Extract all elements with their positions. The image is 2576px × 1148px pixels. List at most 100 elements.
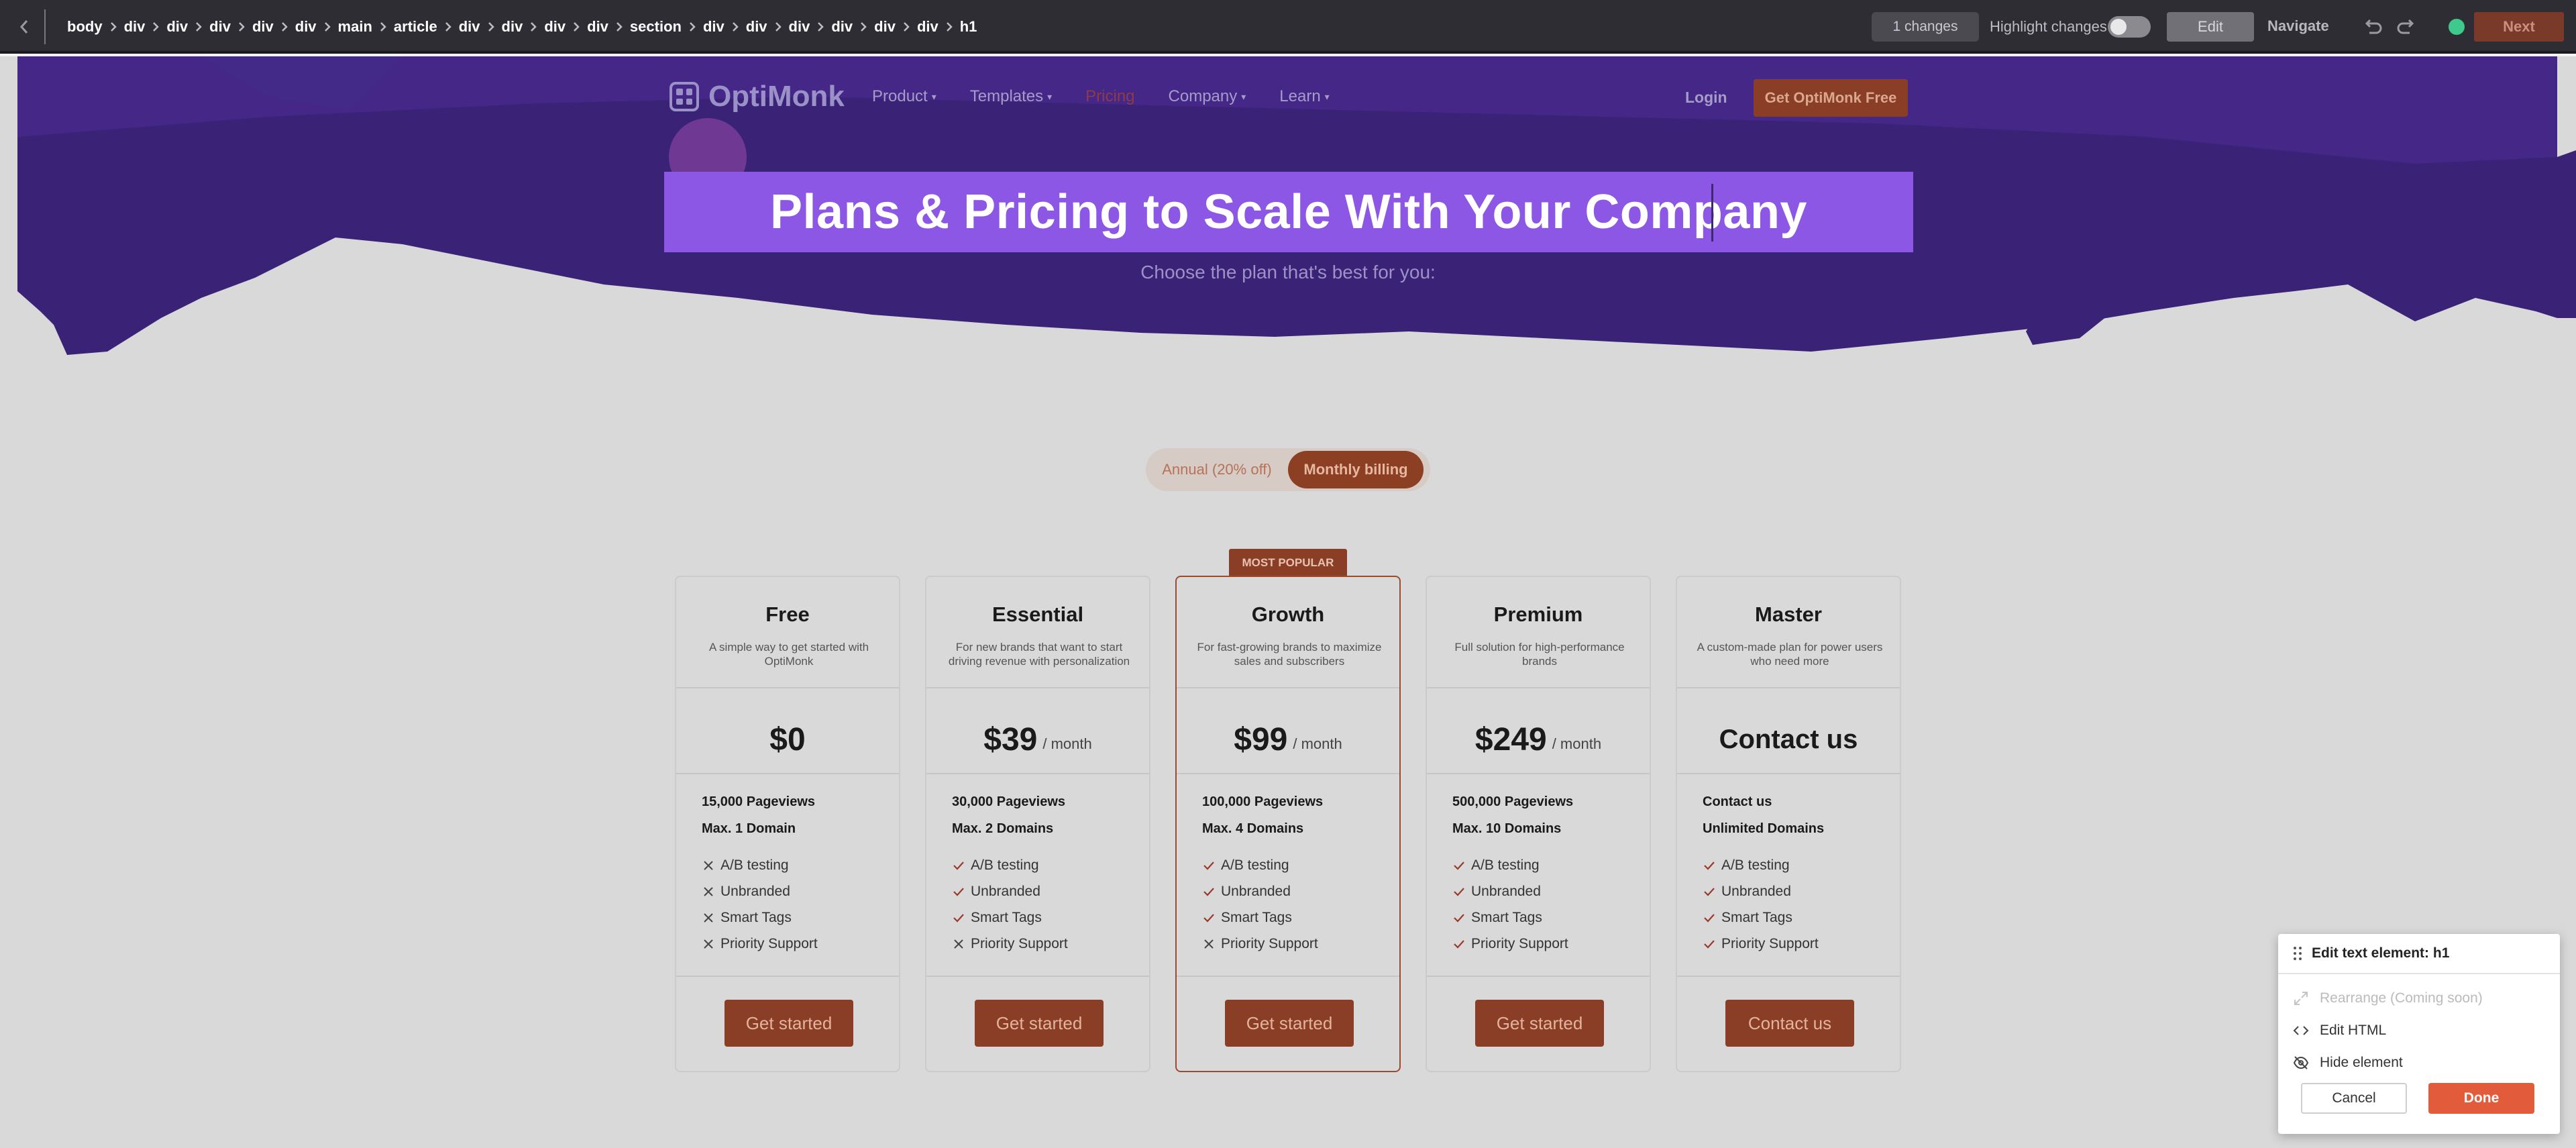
feature-item: Smart Tags: [1703, 904, 1890, 931]
breadcrumb-item[interactable]: div: [831, 18, 853, 36]
breadcrumb-item[interactable]: div: [789, 18, 810, 36]
card-divider: [676, 687, 899, 688]
breadcrumb-item[interactable]: div: [746, 18, 767, 36]
card-divider: [926, 773, 1149, 774]
check-icon: [1452, 859, 1471, 872]
nav-item-templates[interactable]: Templates ▾: [970, 87, 1052, 106]
breadcrumb-item[interactable]: article: [394, 18, 437, 36]
edit-html-option[interactable]: Edit HTML: [2293, 1019, 2386, 1043]
card-divider: [1427, 687, 1650, 688]
breadcrumb-separator-icon: [195, 21, 203, 33]
caret-down-icon: ▾: [1047, 91, 1053, 102]
breadcrumb-separator-icon: [237, 21, 246, 33]
feature-item: A/B testing: [1452, 852, 1640, 878]
hide-element-option[interactable]: Hide element: [2293, 1051, 2403, 1075]
plan-card-free: Free A simple way to get started with Opt…: [675, 576, 900, 1072]
card-divider: [1677, 773, 1900, 774]
plan-name: Growth: [1251, 603, 1325, 626]
highlight-changes-label: Highlight changes: [1990, 18, 2107, 35]
breadcrumb-item[interactable]: div: [544, 18, 566, 36]
highlight-changes-toggle[interactable]: [2108, 16, 2151, 38]
breadcrumb-item[interactable]: body: [67, 18, 103, 36]
nav-menu: Product ▾ Templates ▾ Pricing Company ▾ Learn ▾: [872, 76, 1363, 117]
plan-domains: Unlimited Domains: [1703, 821, 1825, 836]
edit-mode-button[interactable]: Edit: [2167, 12, 2254, 42]
breadcrumb-separator-icon: [444, 21, 452, 33]
caret-down-icon: ▾: [1324, 91, 1330, 102]
check-icon: [1703, 937, 1721, 951]
plan-cta-button[interactable]: Get started: [975, 1000, 1104, 1047]
logo-icon: [669, 82, 699, 111]
site-logo[interactable]: OptiMonk: [669, 76, 845, 117]
plan-cta-button[interactable]: Get started: [1225, 1000, 1354, 1047]
selected-h1-highlight[interactable]: Plans & Pricing to Scale With Your Compa…: [664, 172, 1913, 252]
breadcrumb-item[interactable]: div: [209, 18, 231, 36]
breadcrumb-item[interactable]: main: [338, 18, 372, 36]
next-button[interactable]: Next: [2474, 12, 2564, 42]
cancel-button[interactable]: Cancel: [2301, 1083, 2407, 1114]
nav-item-pricing[interactable]: Pricing: [1085, 87, 1134, 106]
breadcrumb-item[interactable]: div: [917, 18, 938, 36]
card-divider: [1177, 976, 1399, 977]
breadcrumb-separator-icon: [487, 21, 495, 33]
edit-html-label: Edit HTML: [2320, 1023, 2387, 1038]
cross-icon: [952, 937, 971, 951]
feature-item: Smart Tags: [702, 904, 890, 931]
monthly-billing-option[interactable]: Monthly billing: [1288, 451, 1424, 488]
code-icon: [2293, 1026, 2309, 1035]
nav-item-product[interactable]: Product ▾: [872, 87, 936, 106]
plan-name: Premium: [1493, 603, 1583, 626]
panel-title: Edit text element: h1: [2312, 945, 2450, 961]
nav-item-learn[interactable]: Learn ▾: [1279, 87, 1329, 106]
plan-cta-button[interactable]: Get started: [1475, 1000, 1604, 1047]
breadcrumb-item[interactable]: section: [630, 18, 682, 36]
get-optimonk-free-button[interactable]: Get OptiMonk Free: [1754, 79, 1908, 117]
nav-item-label: Product: [872, 87, 928, 105]
feature-item: Unbranded: [702, 878, 890, 904]
drag-handle-icon[interactable]: [2293, 945, 2302, 961]
undo-button[interactable]: [2361, 15, 2384, 41]
page-heading[interactable]: Plans & Pricing to Scale With Your Compa…: [770, 185, 1807, 240]
breadcrumb-item[interactable]: div: [502, 18, 523, 36]
changes-count[interactable]: 1 changes: [1872, 12, 1979, 42]
annual-billing-option[interactable]: Annual (20% off): [1146, 461, 1288, 478]
check-icon: [1703, 911, 1721, 925]
breadcrumb-item[interactable]: div: [874, 18, 896, 36]
feature-label: Smart Tags: [1721, 909, 1792, 925]
breadcrumb-item[interactable]: div: [124, 18, 146, 36]
nav-item-label: Learn: [1279, 87, 1321, 105]
nav-item-company[interactable]: Company ▾: [1169, 87, 1246, 106]
feature-label: Unbranded: [720, 883, 790, 899]
logo-text: OptiMonk: [708, 80, 845, 113]
panel-header: Edit text element: h1: [2278, 934, 2560, 974]
expand-icon: [2294, 992, 2308, 1005]
breadcrumb-item[interactable]: div: [703, 18, 724, 36]
done-button[interactable]: Done: [2428, 1083, 2534, 1114]
feature-label: Unbranded: [1471, 883, 1541, 899]
breadcrumb-item[interactable]: div: [295, 18, 317, 36]
plan-name: Essential: [991, 603, 1084, 626]
site-preview: OptiMonk Product ▾ Templates ▾ Pricing Compan…: [0, 56, 2576, 1148]
breadcrumb-separator-icon: [572, 21, 580, 33]
navigate-mode-button[interactable]: Navigate: [2267, 17, 2329, 35]
plan-price: Contact us: [1719, 724, 1858, 754]
breadcrumb-item[interactable]: div: [587, 18, 608, 36]
breadcrumb-item[interactable]: div: [459, 18, 480, 36]
breadcrumb-item[interactable]: h1: [960, 18, 977, 36]
card-divider: [926, 687, 1149, 688]
feature-item: A/B testing: [1703, 852, 1890, 878]
plan-pageviews: 15,000 Pageviews: [702, 794, 816, 809]
feature-label: Priority Support: [1721, 935, 1819, 951]
login-link[interactable]: Login: [1685, 89, 1727, 107]
plan-card-growth: Growth For fast-growing brands to maximiz…: [1175, 576, 1401, 1072]
cross-icon: [702, 859, 720, 872]
plan-description: A custom-made plan for power users who n…: [1697, 641, 1883, 668]
redo-button[interactable]: [2395, 15, 2418, 41]
text-caret: [1711, 184, 1713, 242]
plan-cta-button[interactable]: Get started: [724, 1000, 853, 1047]
plan-cta-button[interactable]: Contact us: [1725, 1000, 1854, 1047]
plan-price-row: $249 / month: [1427, 705, 1650, 774]
breadcrumb-item[interactable]: div: [252, 18, 274, 36]
breadcrumb-item[interactable]: div: [166, 18, 188, 36]
back-button[interactable]: [11, 12, 38, 42]
